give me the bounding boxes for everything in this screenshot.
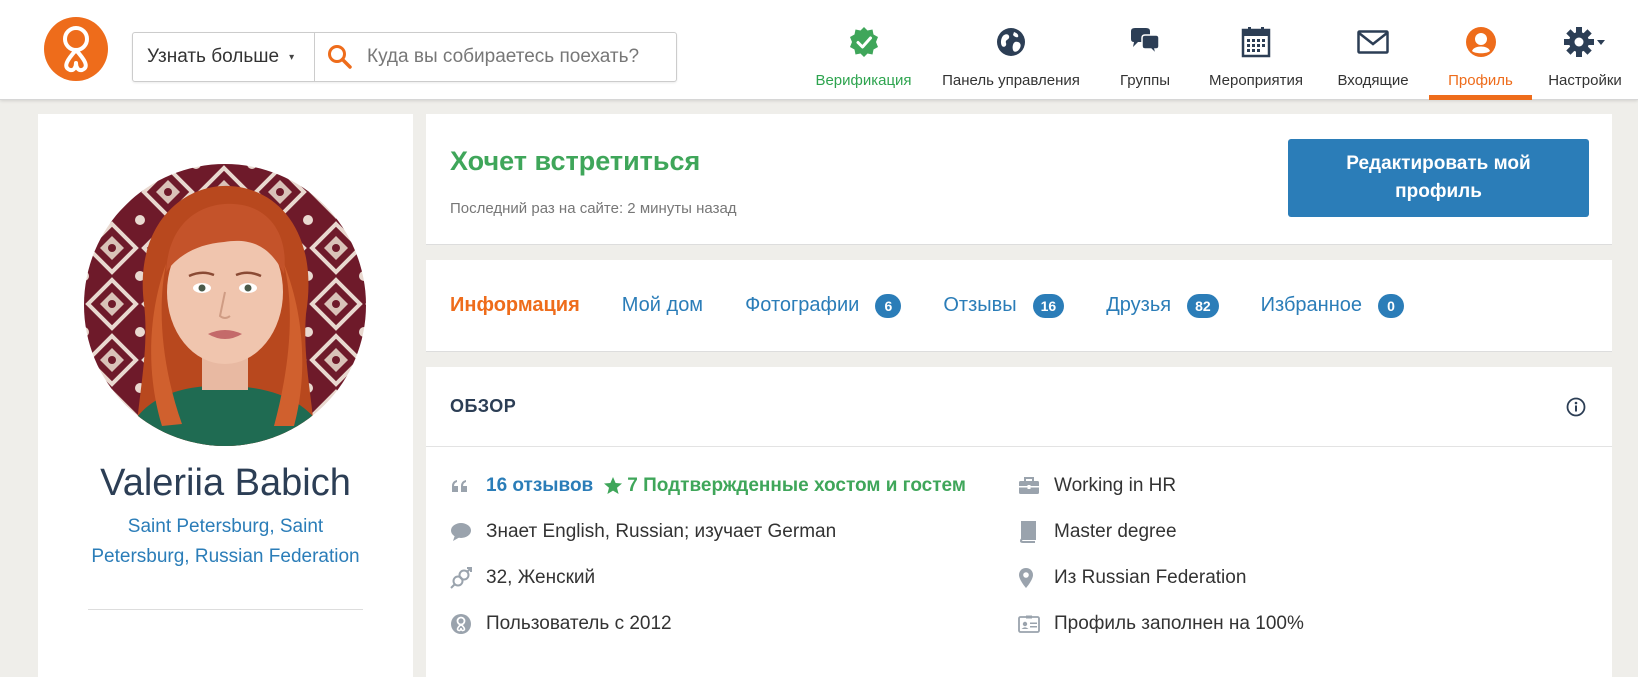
tab-label: Мой дом [621, 294, 704, 316]
count-badge: 6 [875, 293, 902, 318]
references-link[interactable]: 16 отзывов [486, 475, 593, 497]
hosting-status: Хочет встретиться [450, 146, 701, 176]
verified-badge-icon [849, 27, 878, 57]
map-pin-icon [1019, 568, 1033, 588]
couchsurfing-logo[interactable] [44, 17, 108, 81]
briefcase-icon [1019, 477, 1039, 494]
envelope-icon [1357, 30, 1389, 54]
nav-inbox-label: Входящие [1337, 72, 1409, 89]
nav-profile-label: Профиль [1448, 72, 1513, 89]
overview-card: ОБЗОР 16 отзывов 7 Подтвержденные хостом… [426, 367, 1612, 677]
gear-icon [1564, 27, 1605, 57]
profile-tabs: Информация Мой дом Фотографии 6 Отзывы 1… [426, 260, 1612, 352]
nav-verification[interactable]: Верификация [800, 0, 927, 100]
edit-profile-button[interactable]: Редактировать мой профиль [1288, 139, 1589, 217]
nav-events[interactable]: Мероприятия [1195, 0, 1317, 100]
nav-settings[interactable]: Настройки [1532, 0, 1638, 100]
search-input[interactable] [367, 46, 667, 68]
confirmed-references-text: 7 Подтвержденные хостом и гостем [627, 475, 966, 496]
top-header: Узнать больше ▾ Верификация [0, 0, 1638, 100]
caret-down-icon: ▾ [289, 51, 295, 63]
overview-title: ОБЗОР [450, 396, 517, 416]
tab-label: Друзья [1106, 294, 1172, 316]
search-category-select[interactable]: Узнать больше ▾ [133, 33, 315, 81]
tab-favorites[interactable]: Избранное 0 [1260, 293, 1405, 318]
profile-name: Valeriia Babich [100, 462, 351, 504]
age-gender-row: 32, Женский [450, 555, 966, 601]
speech-bubble-icon [451, 523, 471, 541]
tab-label: Отзывы [943, 294, 1017, 316]
nav-dashboard-label: Панель управления [942, 72, 1080, 89]
nav-profile[interactable]: Профиль [1429, 0, 1532, 100]
member-since-text: Пользователь с 2012 [486, 613, 672, 634]
nav-dashboard[interactable]: Панель управления [927, 0, 1095, 100]
tab-label: Избранное [1260, 294, 1363, 316]
logo-icon [63, 26, 89, 73]
tab-label: Информация [450, 294, 580, 316]
avatar-photo [84, 164, 366, 446]
search-field [315, 33, 676, 81]
references-row: 16 отзывов 7 Подтвержденные хостом и гос… [450, 463, 966, 509]
occupation-text: Working in HR [1054, 475, 1177, 496]
search-bar: Узнать больше ▾ [132, 32, 677, 82]
id-card-icon [1018, 615, 1040, 633]
education-row: Master degree [1018, 509, 1304, 555]
sidebar-divider [88, 609, 363, 610]
hometown-row: Из Russian Federation [1018, 555, 1304, 601]
star-icon [604, 477, 623, 494]
overview-right-column: Working in HR Master degree Из Russian F… [1018, 463, 1304, 647]
member-logo-icon [451, 614, 471, 634]
overview-header: ОБЗОР [426, 367, 1612, 447]
count-badge: 0 [1378, 293, 1405, 318]
nav-groups[interactable]: Группы [1095, 0, 1195, 100]
count-badge: 82 [1187, 293, 1219, 318]
last-seen-text: Последний раз на сайте: 2 минуты назад [450, 200, 737, 217]
confirmed-references: 7 Подтвержденные хостом и гостем [603, 475, 966, 497]
tab-info[interactable]: Информация [450, 294, 580, 317]
profile-avatar[interactable] [84, 164, 366, 446]
tab-my-home[interactable]: Мой дом [622, 294, 703, 317]
profile-complete-text: Профиль заполнен на 100% [1054, 613, 1304, 634]
overview-left-column: 16 отзывов 7 Подтвержденные хостом и гос… [450, 463, 966, 647]
tab-references[interactable]: Отзывы 16 [943, 293, 1065, 318]
languages-text: Знает English, Russian; изучает German [486, 521, 837, 542]
education-text: Master degree [1054, 521, 1177, 542]
chat-bubbles-icon [1131, 28, 1160, 57]
profile-sidebar-card: Valeriia Babich Saint Petersburg, Saint … [38, 114, 413, 677]
age-gender-text: 32, Женский [486, 567, 596, 588]
search-category-label: Узнать больше [147, 46, 280, 67]
languages-row: Знает English, Russian; изучает German [450, 509, 966, 555]
calendar-icon [1241, 27, 1271, 58]
hometown-text: Из Russian Federation [1054, 567, 1247, 588]
info-icon[interactable] [1566, 397, 1586, 417]
nav-verification-label: Верификация [815, 72, 912, 89]
nav-inbox[interactable]: Входящие [1317, 0, 1429, 100]
nav-groups-label: Группы [1120, 72, 1170, 89]
main-nav: Верификация Панель управления Группы Мер… [800, 0, 1638, 100]
search-icon[interactable] [327, 44, 353, 70]
book-icon [1019, 521, 1036, 543]
gender-icon [450, 567, 472, 589]
tab-label: Фотографии [745, 294, 860, 316]
quote-icon [452, 480, 467, 492]
profile-complete-row: Профиль заполнен на 100% [1018, 601, 1304, 647]
tab-photos[interactable]: Фотографии 6 [745, 293, 902, 318]
count-badge: 16 [1032, 293, 1065, 318]
member-since-row: Пользователь с 2012 [450, 601, 966, 647]
user-profile-icon [1465, 27, 1496, 57]
globe-icon [997, 28, 1025, 56]
nav-events-label: Мероприятия [1208, 72, 1304, 89]
nav-settings-label: Настройки [1548, 72, 1622, 89]
tab-friends[interactable]: Друзья 82 [1106, 293, 1219, 318]
profile-location-link[interactable]: Saint Petersburg, Saint Petersburg, Russ… [78, 512, 373, 572]
occupation-row: Working in HR [1018, 463, 1304, 509]
status-card: Хочет встретиться Последний раз на сайте… [426, 114, 1612, 245]
